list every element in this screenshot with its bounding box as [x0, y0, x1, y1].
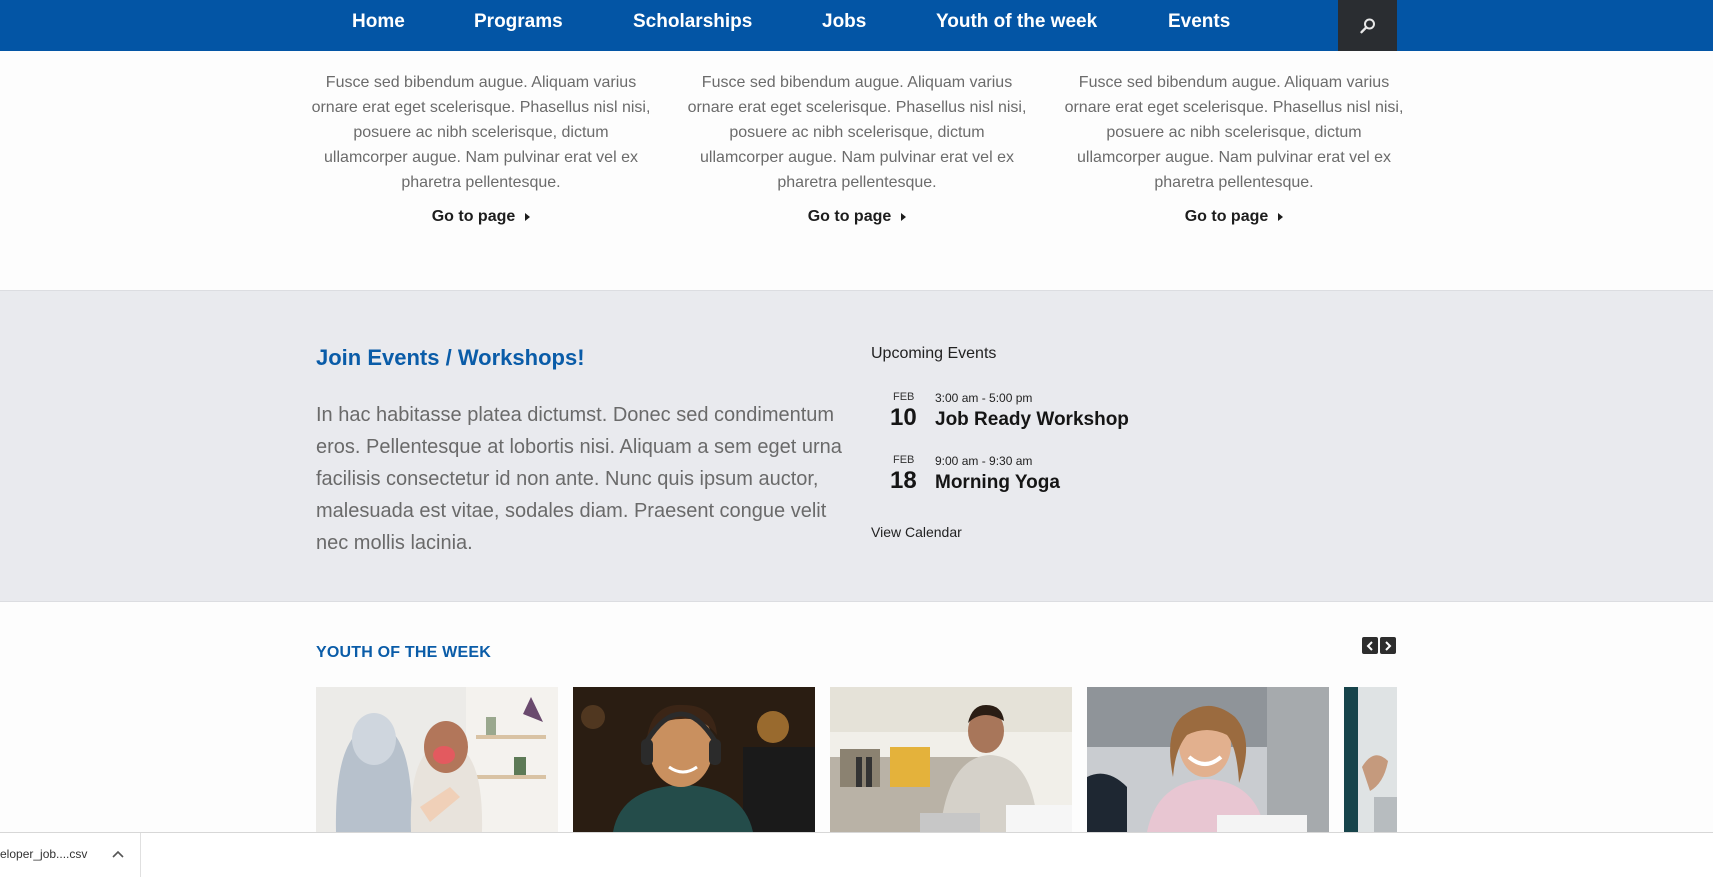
- card-text: Fusce sed bibendum augue. Aliquam varius…: [311, 74, 651, 191]
- youth-photo-image: [573, 687, 815, 832]
- search-button[interactable]: [1338, 0, 1397, 51]
- chevron-right-icon: [1385, 640, 1392, 651]
- event-title-link[interactable]: Job Ready Workshop: [935, 409, 1129, 431]
- download-item[interactable]: eloper_job....csv: [0, 833, 141, 877]
- top-navigation: Home Programs Scholarships Jobs Youth of…: [0, 0, 1713, 51]
- carousel-next-button[interactable]: [1380, 637, 1396, 654]
- feature-card: Fusce sed bibendum augue. Aliquam varius…: [687, 70, 1027, 229]
- event-time: 3:00 am - 5:00 pm: [935, 391, 1033, 405]
- event-item: FEB 18 9:00 am - 9:30 am Morning Yoga: [871, 454, 1271, 506]
- youth-photo[interactable]: [1087, 687, 1329, 832]
- events-heading: Join Events / Workshops!: [316, 345, 585, 370]
- youth-photo[interactable]: [830, 687, 1072, 832]
- youth-of-the-week-title: YOUTH OF THE WEEK: [316, 644, 491, 661]
- youth-photo-image: [1344, 687, 1397, 832]
- youth-carousel: [316, 687, 1397, 832]
- youth-photo-image: [316, 687, 558, 832]
- caret-right-icon: [1278, 212, 1284, 221]
- download-bar: eloper_job....csv: [0, 832, 1713, 877]
- nav-item-jobs[interactable]: Jobs: [822, 0, 866, 44]
- youth-photo[interactable]: [1344, 687, 1397, 832]
- event-day: 10: [890, 404, 917, 431]
- events-section: Join Events / Workshops! In hac habitass…: [0, 290, 1713, 602]
- feature-card: Fusce sed bibendum augue. Aliquam varius…: [1064, 70, 1404, 229]
- download-file-name: eloper_job....csv: [0, 847, 88, 861]
- chevron-left-icon: [1366, 640, 1373, 651]
- event-day: 18: [890, 467, 917, 494]
- card-text: Fusce sed bibendum augue. Aliquam varius…: [1064, 74, 1404, 191]
- event-month: FEB: [893, 391, 915, 403]
- card-text: Fusce sed bibendum augue. Aliquam varius…: [687, 74, 1027, 191]
- event-item: FEB 10 3:00 am - 5:00 pm Job Ready Works…: [871, 391, 1271, 443]
- nav-item-programs[interactable]: Programs: [474, 0, 563, 44]
- link-label: Go to page: [1184, 208, 1269, 225]
- go-to-page-link[interactable]: Go to page: [1185, 204, 1284, 229]
- youth-photo[interactable]: [316, 687, 558, 832]
- go-to-page-link[interactable]: Go to page: [808, 204, 907, 229]
- page: Home Programs Scholarships Jobs Youth of…: [0, 0, 1713, 877]
- youth-photo-image: [1087, 687, 1329, 832]
- feature-card: Fusce sed bibendum augue. Aliquam varius…: [311, 70, 651, 229]
- carousel-prev-button[interactable]: [1362, 637, 1378, 654]
- event-month: FEB: [893, 454, 915, 466]
- caret-right-icon: [901, 212, 907, 221]
- youth-photo-image: [830, 687, 1072, 832]
- nav-item-events[interactable]: Events: [1168, 0, 1230, 44]
- go-to-page-link[interactable]: Go to page: [432, 204, 531, 229]
- link-label: Go to page: [807, 208, 892, 225]
- nav-item-home[interactable]: Home: [352, 0, 405, 44]
- view-calendar-link[interactable]: View Calendar: [871, 524, 962, 540]
- event-title-link[interactable]: Morning Yoga: [935, 472, 1060, 494]
- upcoming-events-title: Upcoming Events: [871, 345, 997, 362]
- chevron-up-icon[interactable]: [112, 849, 124, 859]
- nav-item-youth-of-the-week[interactable]: Youth of the week: [936, 0, 1097, 44]
- caret-right-icon: [525, 212, 531, 221]
- link-label: Go to page: [431, 208, 516, 225]
- event-time: 9:00 am - 9:30 am: [935, 454, 1033, 468]
- nav-item-scholarships[interactable]: Scholarships: [633, 0, 752, 44]
- events-description: In hac habitasse platea dictumst. Donec …: [316, 404, 842, 554]
- search-icon: [1359, 18, 1375, 33]
- youth-photo[interactable]: [573, 687, 815, 832]
